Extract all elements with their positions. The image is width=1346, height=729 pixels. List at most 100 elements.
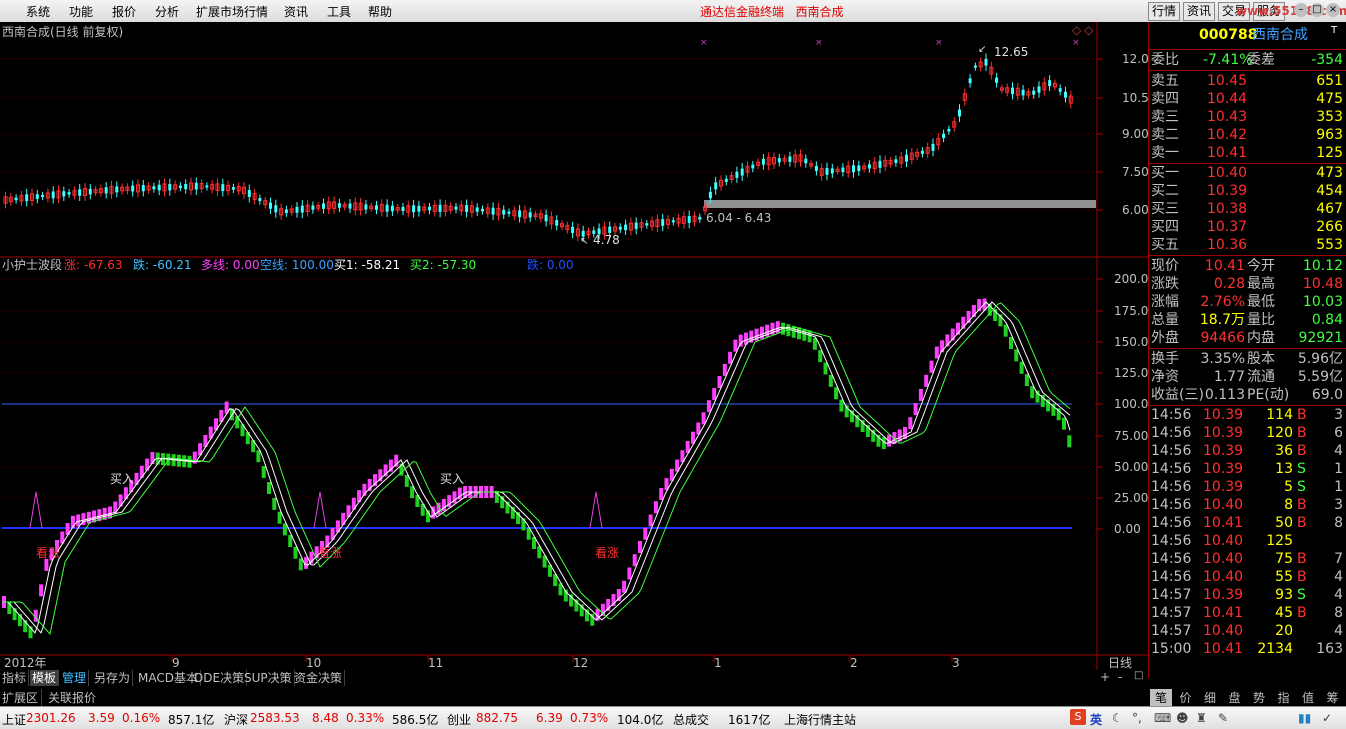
candle-body bbox=[841, 167, 845, 173]
zoom-out-icon[interactable]: - bbox=[1118, 670, 1122, 684]
indicator-title: 小护士波段 bbox=[2, 257, 62, 272]
menu-bar: 系统 功能 报价 分析 扩展市场行情 资讯 工具 帮助 通达信金融终端 西南合成… bbox=[0, 0, 1346, 23]
tab-market[interactable]: 行情 bbox=[1148, 2, 1180, 21]
signal-icon[interactable]: ✓ bbox=[1322, 711, 1332, 725]
svg-text:×: × bbox=[1072, 38, 1080, 48]
indicator-bar bbox=[1019, 361, 1024, 374]
stat-row: 涨跌 0.28 最高 10.48 bbox=[1151, 276, 1343, 292]
indicator-value: 跌: 0.00 bbox=[527, 257, 574, 272]
diamond-icon[interactable]: ◇ bbox=[1072, 23, 1082, 37]
tick-row: 14:56 10.39 5 S 1 bbox=[1151, 479, 1343, 495]
status-bar: 上证 2301.26 3.59 0.16% 857.1亿 沪深 2583.53 … bbox=[0, 706, 1346, 729]
quote-tab[interactable]: 势 bbox=[1248, 689, 1270, 706]
ext-row: 扩展区 关联报价 笔价细盘势指值筹 bbox=[0, 687, 1346, 706]
tools-icon[interactable]: ✎ bbox=[1218, 711, 1228, 725]
tab-manage[interactable]: 管理 bbox=[60, 670, 90, 686]
tab-fund[interactable]: 资金决策 bbox=[292, 670, 346, 686]
indicator-bar bbox=[717, 376, 722, 388]
svg-text:×: × bbox=[815, 38, 823, 48]
candle-body bbox=[465, 205, 469, 212]
candle-body bbox=[274, 205, 278, 213]
date-label: 12 bbox=[573, 656, 588, 670]
keyboard-icon[interactable]: ⌨ bbox=[1154, 711, 1171, 725]
indicator-bar bbox=[643, 527, 648, 540]
period-label[interactable]: 日线 bbox=[1108, 656, 1132, 670]
network-icon[interactable]: ▮▮ bbox=[1298, 711, 1311, 725]
tab-template[interactable]: 模板 bbox=[30, 670, 60, 686]
maximize-icon[interactable]: □ bbox=[1310, 3, 1324, 17]
indicator-bar bbox=[934, 346, 939, 359]
indicator-bar bbox=[638, 541, 642, 553]
candle-body bbox=[475, 207, 479, 212]
indicator-bar bbox=[39, 584, 44, 597]
date-label: 3 bbox=[952, 656, 960, 670]
candle-body bbox=[104, 187, 108, 194]
zoom-in-icon[interactable]: + bbox=[1100, 670, 1110, 684]
dot-icon[interactable]: °, bbox=[1132, 711, 1142, 725]
indicator-bar bbox=[277, 511, 282, 524]
quote-tab[interactable]: 指 bbox=[1273, 689, 1295, 706]
expand-icon[interactable]: ◇ bbox=[1084, 23, 1094, 37]
sogou-icon[interactable]: S bbox=[1070, 709, 1086, 725]
candle-body bbox=[984, 58, 988, 66]
indicator-bar bbox=[410, 486, 415, 499]
menu-quote[interactable]: 报价 bbox=[112, 3, 136, 20]
menu-ext-market[interactable]: 扩展市场行情 bbox=[196, 3, 268, 20]
menu-system[interactable]: 系统 bbox=[26, 3, 50, 20]
candle-body bbox=[491, 207, 495, 215]
app-title: 通达信金融终端 西南合成 bbox=[700, 5, 844, 19]
buy-level: 买五 10.36 553 bbox=[1151, 237, 1343, 253]
candle-body bbox=[62, 191, 66, 197]
candle-body bbox=[51, 191, 55, 199]
tick-row: 14:56 10.40 125 bbox=[1151, 533, 1293, 549]
tab-related-quote[interactable]: 关联报价 bbox=[48, 689, 96, 706]
candle-body bbox=[412, 205, 416, 213]
tab-ext-area[interactable]: 扩展区 bbox=[2, 689, 43, 706]
quote-tab[interactable]: 盘 bbox=[1224, 689, 1246, 706]
user-icon[interactable]: ☻ bbox=[1176, 711, 1189, 725]
restore-icon[interactable]: □ bbox=[1134, 670, 1143, 681]
candle-body bbox=[788, 156, 792, 162]
candle-body bbox=[178, 185, 182, 189]
quote-tab[interactable]: 筹 bbox=[1322, 689, 1344, 706]
candle-body bbox=[671, 220, 675, 223]
quote-tab[interactable]: 细 bbox=[1199, 689, 1221, 706]
shirt-icon[interactable]: ♜ bbox=[1196, 711, 1207, 725]
candle-body bbox=[518, 210, 522, 218]
ind-tick: 0.00 bbox=[1114, 522, 1141, 536]
tab-dde[interactable]: DDE决策 bbox=[192, 670, 248, 686]
candle-body bbox=[88, 188, 92, 195]
chart-area[interactable]: 西南合成(日线 前复权) ◇ ◇ 12.00 10.50 9.00 7.50 6… bbox=[0, 22, 1148, 670]
tab-indicator[interactable]: 指标 bbox=[0, 670, 30, 686]
tick-row: 14:56 10.39 36 B 4 bbox=[1151, 443, 1343, 459]
candle-body bbox=[947, 128, 951, 132]
quote-tab[interactable]: 价 bbox=[1175, 689, 1197, 706]
menu-function[interactable]: 功能 bbox=[69, 3, 93, 20]
candle-body bbox=[35, 194, 39, 199]
menu-help[interactable]: 帮助 bbox=[368, 3, 392, 20]
stat-row: 外盘 94466 内盘 92921 bbox=[1151, 330, 1343, 346]
candle-body bbox=[608, 226, 612, 233]
indicator-bar bbox=[76, 514, 81, 527]
candle-body bbox=[131, 185, 135, 192]
ime-mode[interactable]: 英 bbox=[1090, 711, 1102, 728]
chart-bottom-tabs: 指标 模板 管理 另存为 MACD基本 DDE决策 SUP决策 资金决策 + -… bbox=[0, 670, 1143, 686]
candle-body bbox=[761, 158, 765, 165]
menu-analysis[interactable]: 分析 bbox=[155, 3, 179, 20]
moon-icon[interactable]: ☾ bbox=[1112, 711, 1123, 725]
quote-tab[interactable]: 笔 bbox=[1150, 689, 1172, 706]
menu-tools[interactable]: 工具 bbox=[327, 3, 351, 20]
quote-tab[interactable]: 值 bbox=[1297, 689, 1319, 706]
tab-news[interactable]: 资讯 bbox=[1183, 2, 1215, 21]
candle-body bbox=[740, 168, 744, 176]
tab-save-as[interactable]: 另存为 bbox=[92, 670, 134, 686]
candle-body bbox=[751, 164, 755, 169]
tick-row: 14:56 10.41 50 B 8 bbox=[1151, 515, 1343, 531]
menu-news[interactable]: 资讯 bbox=[284, 3, 308, 20]
candle-body bbox=[777, 158, 781, 163]
price-tick: 7.50 bbox=[1122, 165, 1148, 179]
close-icon[interactable]: × bbox=[1326, 3, 1340, 17]
tab-sup[interactable]: SUP决策 bbox=[242, 670, 295, 686]
ind-tick: 100.0 bbox=[1114, 397, 1148, 411]
minimize-icon[interactable]: – bbox=[1294, 3, 1308, 17]
